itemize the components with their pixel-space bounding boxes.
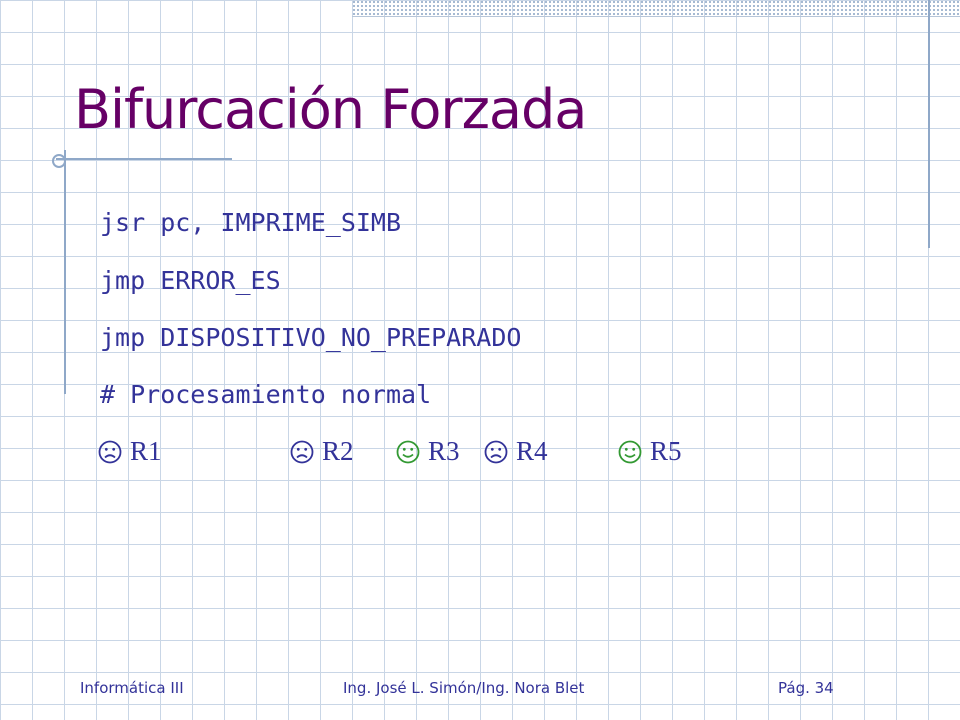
- result-label: R3: [428, 436, 460, 466]
- footer-page-number: Pág. 34: [778, 679, 834, 697]
- result-r2: R2: [290, 436, 354, 467]
- code-line-comment: # Procesamiento normal: [100, 380, 432, 409]
- title-underline-rule: [56, 158, 232, 160]
- code-line-jsr: jsr pc, IMPRIME_SIMB: [100, 208, 402, 237]
- footer-authors: Ing. José L. Simón/Ing. Nora Blet: [343, 679, 585, 697]
- code-line-jmp-error: jmp ERROR_ES: [100, 266, 281, 295]
- smile-face-icon: [618, 440, 642, 464]
- right-vertical-rule: [928, 0, 930, 248]
- result-label: R5: [650, 436, 682, 466]
- left-vertical-rule: [64, 150, 66, 394]
- result-label: R1: [130, 436, 162, 466]
- result-r4: R4: [484, 436, 548, 467]
- frown-face-icon: [484, 440, 508, 464]
- footer-course: Informática III: [80, 679, 184, 697]
- smile-face-icon: [396, 440, 420, 464]
- ring-ornament: [52, 154, 66, 168]
- results-row: R1 R2 R3 R4 R5: [98, 436, 738, 476]
- top-dotted-band: [352, 0, 960, 17]
- frown-face-icon: [290, 440, 314, 464]
- result-r1: R1: [98, 436, 162, 467]
- result-label: R2: [322, 436, 354, 466]
- result-label: R4: [516, 436, 548, 466]
- result-r5: R5: [618, 436, 682, 467]
- code-line-jmp-dispositivo: jmp DISPOSITIVO_NO_PREPARADO: [100, 323, 522, 352]
- result-r3: R3: [396, 436, 460, 467]
- frown-face-icon: [98, 440, 122, 464]
- slide-title: Bifurcación Forzada: [74, 78, 587, 141]
